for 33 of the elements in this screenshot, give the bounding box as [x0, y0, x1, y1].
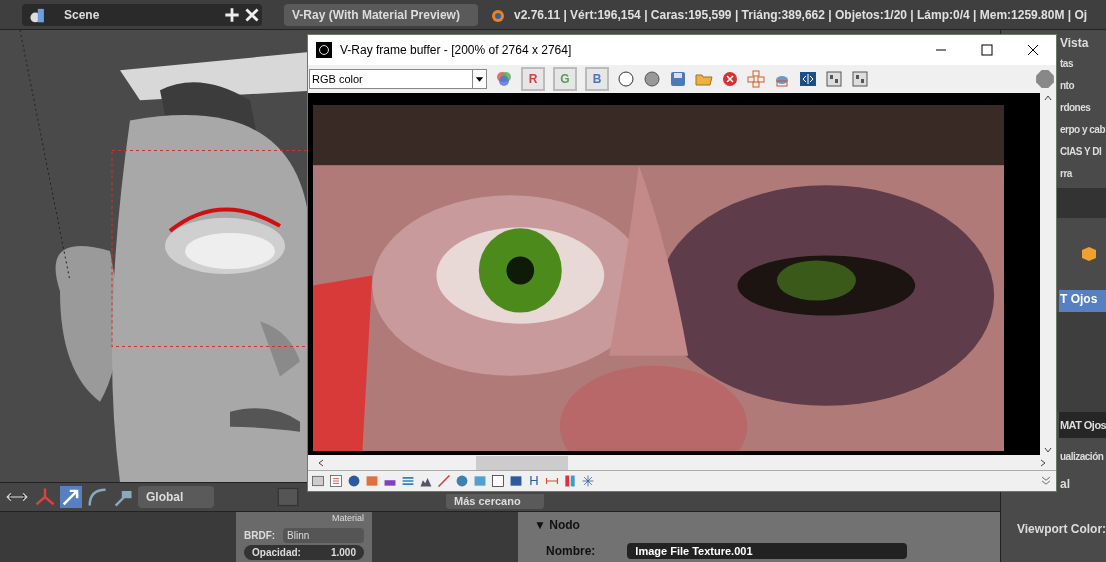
- render-engine-dropdown[interactable]: V-Ray (With Material Preview): [284, 3, 478, 26]
- brdf-label: BRDF:: [244, 528, 276, 543]
- name-label: Nombre:: [546, 543, 596, 560]
- node-title: Material: [332, 512, 364, 525]
- brdf-dropdown[interactable]: Blinn: [283, 527, 364, 543]
- snap-target-dropdown[interactable]: Más cercano: [446, 494, 544, 509]
- orientation-dropdown[interactable]: Global: [138, 486, 214, 508]
- arrow-icon[interactable]: [60, 486, 82, 508]
- chevrons-down-icon[interactable]: [1039, 474, 1053, 488]
- material-slot[interactable]: T Ojos: [1059, 290, 1106, 312]
- scroll-up-icon[interactable]: [1043, 93, 1053, 103]
- scroll-down-icon[interactable]: [1043, 445, 1053, 455]
- axes-icon[interactable]: [34, 486, 56, 508]
- material-name[interactable]: MAT Ojos: [1059, 412, 1106, 438]
- panel-row[interactable]: CIAS Y DI: [1060, 144, 1106, 166]
- opacity-field[interactable]: Opacidad: 1.000: [244, 544, 364, 560]
- viewport-color-label: Viewport Color:: [1016, 521, 1106, 538]
- material-node[interactable]: Material BRDF: Blinn Opacidad: 1.000: [236, 512, 372, 562]
- panel-row[interactable]: tas: [1060, 56, 1106, 78]
- cube-icon[interactable]: [1080, 245, 1099, 263]
- arc-icon[interactable]: [86, 486, 108, 508]
- panel-row[interactable]: rra: [1060, 166, 1106, 188]
- view-menu[interactable]: Vista: [1060, 34, 1106, 56]
- stop-icon[interactable]: [1035, 69, 1055, 89]
- setting-label: al: [1060, 476, 1071, 493]
- panel-row[interactable]: erpo y cab: [1060, 122, 1106, 144]
- scene-statistics: v2.76.11 | Vért:196,154 | Caras:195,599 | Triáng:389,662 | Objetos:1/20 | Lámp:0/4 | Mem:1259.80M | Oj: [514, 6, 1088, 24]
- panel-row[interactable]: nto: [1060, 78, 1106, 100]
- panel-row[interactable]: rdones: [1060, 100, 1106, 122]
- scroll-right-icon[interactable]: [1038, 457, 1048, 468]
- section-header[interactable]: ualización: [1060, 444, 1106, 468]
- panel-heading[interactable]: ▼ Nodo: [534, 516, 984, 534]
- name-field[interactable]: Image File Texture.001: [627, 542, 908, 560]
